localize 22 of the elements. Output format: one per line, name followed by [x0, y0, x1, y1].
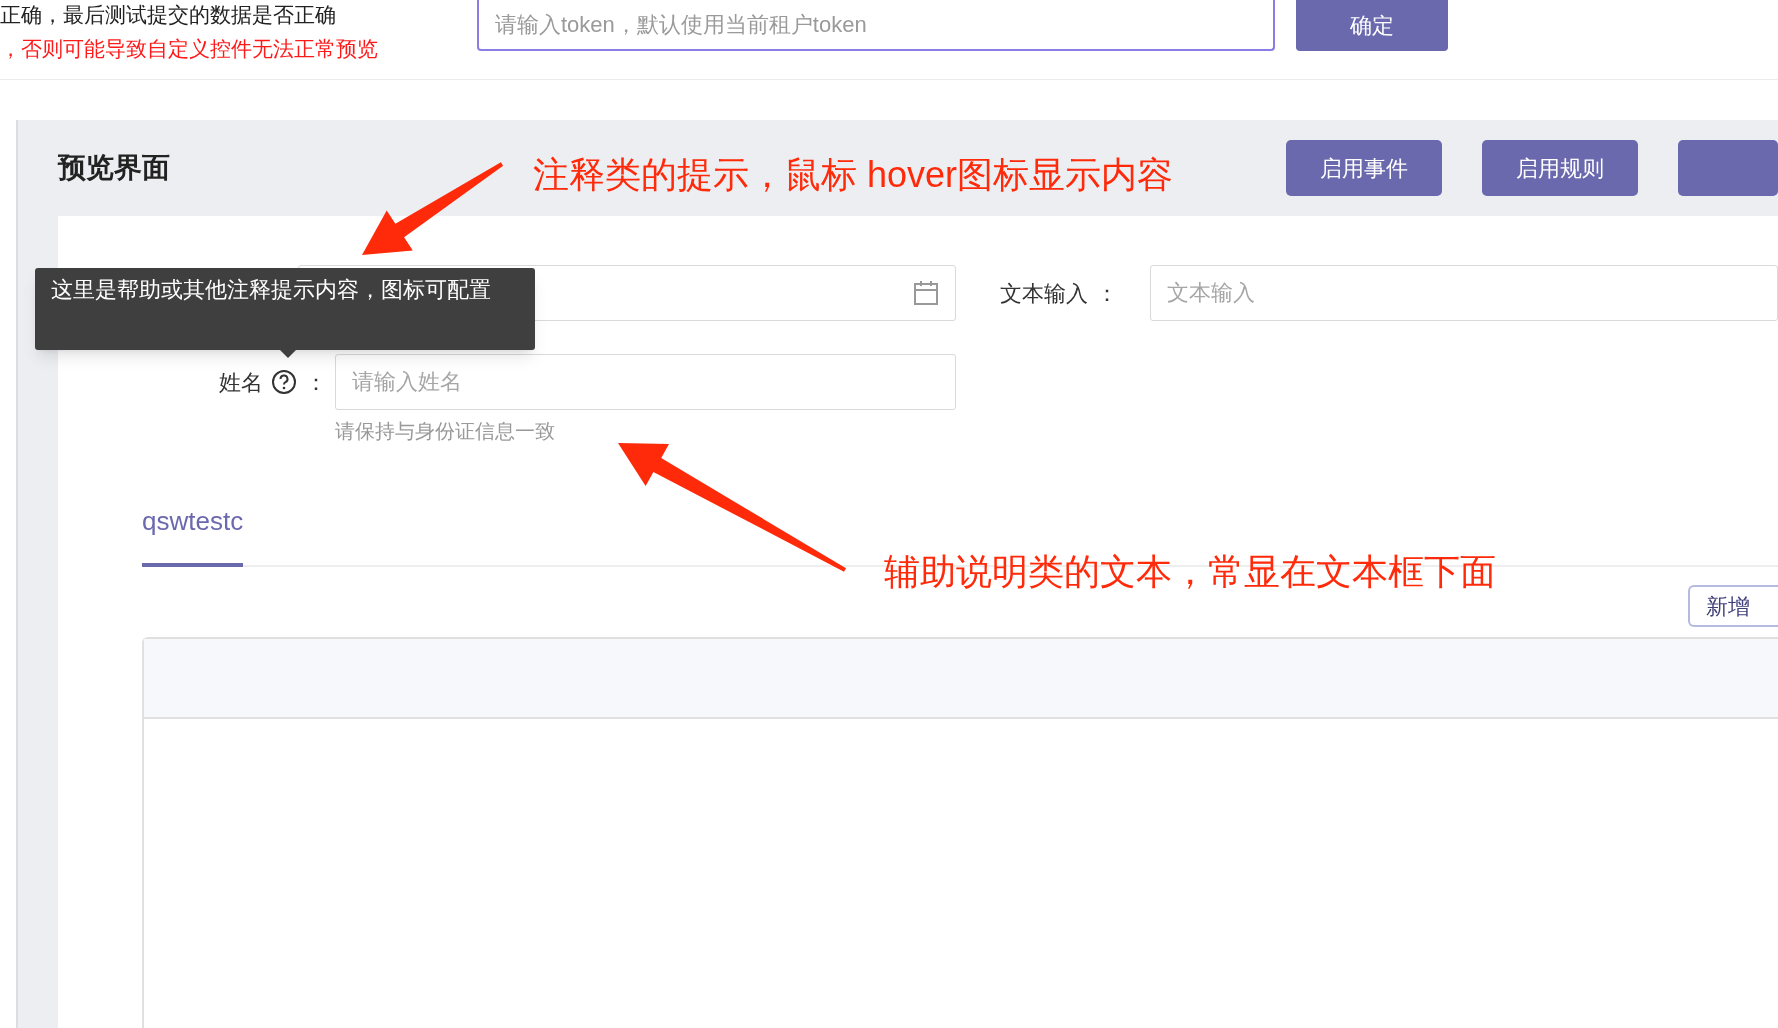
tooltip-pointer	[280, 350, 296, 358]
annotation-text: 注释类的提示，鼠标 hover图标显示内容	[533, 153, 1174, 197]
tab[interactable]: qswtestc	[142, 502, 244, 567]
token-input-field[interactable]: 请输入token，默认使用当前租户token	[477, 0, 1275, 51]
action-button[interactable]: 启用事件	[1286, 140, 1442, 196]
notice-text: 正确，最后测试提交的数据是否正确	[0, 2, 337, 28]
help-icon[interactable]	[271, 369, 297, 395]
colon: ：	[305, 368, 327, 397]
add-row-button[interactable]: 新增	[1688, 585, 1778, 627]
calendar-icon	[913, 280, 939, 306]
colon: ：	[1096, 279, 1118, 308]
field-hint: 请保持与身份证信息一致	[335, 419, 556, 444]
field-label: 姓名	[219, 368, 263, 397]
tooltip: 这里是帮助或其他注释提示内容，图标可配置	[35, 268, 535, 350]
confirm-button[interactable]: 确定	[1296, 0, 1448, 51]
action-button[interactable]: 启用规则	[1482, 140, 1638, 196]
text-input-field[interactable]: 文本输入	[1150, 265, 1778, 321]
notice-text: ，否则可能导致自定义控件无法正常预览	[0, 36, 379, 62]
text-input-field[interactable]: 请输入姓名	[335, 354, 956, 410]
field-label: 文本输入	[1000, 279, 1088, 308]
annotation-text: 辅助说明类的文本，常显在文本框下面	[884, 550, 1496, 594]
panel-title: 预览界面	[58, 151, 170, 185]
